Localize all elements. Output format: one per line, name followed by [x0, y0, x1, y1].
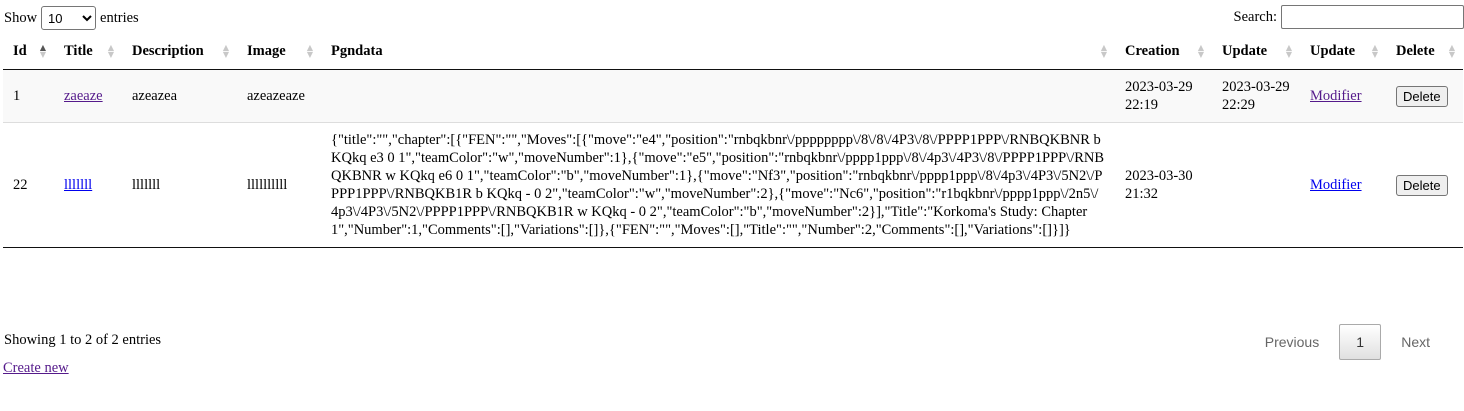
header-row: Id ▲ ▼ Title ▲ ▼ Description ▲ ▼ Image ▲ ▼ Pgnda…	[3, 33, 1463, 70]
cell-description: lllllll	[132, 177, 161, 193]
modify-link[interactable]: Modifier	[1310, 88, 1362, 104]
table-info: Showing 1 to 2 of 2 entries	[4, 332, 162, 348]
cell-title: zaeaze	[54, 69, 122, 123]
delete-button[interactable]: Delete	[1396, 174, 1448, 196]
cell-id: 1	[3, 69, 54, 123]
sort-icon: ▲ ▼	[222, 43, 229, 59]
cell-update	[1212, 123, 1300, 248]
page-1-button[interactable]: 1	[1339, 324, 1382, 360]
cell-pgndata	[321, 69, 1115, 123]
cell-modify: Modifier	[1300, 123, 1386, 248]
sort-asc-icon: ▲ ▼	[39, 43, 46, 59]
sort-icon: ▲ ▼	[1100, 43, 1107, 59]
cell-update: 2023-03-29 22:29	[1212, 69, 1300, 123]
col-description[interactable]: Description ▲ ▼	[122, 33, 237, 70]
cell-creation: 2023-03-30 21:32	[1125, 168, 1193, 202]
pagination: Previous 1 Next	[1245, 324, 1450, 360]
col-update-action[interactable]: Update ▲ ▼	[1300, 33, 1386, 70]
col-title[interactable]: Title ▲ ▼	[54, 33, 122, 70]
search-label: Search:	[1233, 8, 1277, 25]
cell-title: lllllll	[54, 123, 122, 248]
title-link[interactable]: lllllll	[64, 177, 92, 193]
sort-icon: ▲ ▼	[107, 43, 114, 59]
next-button[interactable]: Next	[1381, 334, 1450, 350]
show-label: Show	[4, 9, 38, 26]
title-link[interactable]: zaeaze	[64, 88, 103, 104]
previous-button[interactable]: Previous	[1245, 334, 1339, 350]
sort-icon: ▲ ▼	[1197, 43, 1204, 59]
modify-link[interactable]: Modifier	[1310, 177, 1362, 193]
search-input[interactable]	[1281, 5, 1464, 29]
create-new-link[interactable]: Create new	[3, 360, 69, 377]
sort-icon: ▲ ▼	[1285, 43, 1292, 59]
cell-description: azeazea	[122, 69, 237, 123]
cell-delete: Delete	[1386, 123, 1463, 248]
cell-pgndata: {"title":"","chapter":[{"FEN":"","Moves"…	[331, 132, 1105, 238]
cell-delete: Delete	[1386, 69, 1463, 123]
delete-button[interactable]: Delete	[1396, 85, 1448, 107]
sort-icon: ▲ ▼	[1448, 43, 1455, 59]
cell-modify: Modifier	[1300, 69, 1386, 123]
cell-image: azeazeaze	[237, 69, 321, 123]
col-delete[interactable]: Delete ▲ ▼	[1386, 33, 1463, 70]
col-id[interactable]: Id ▲ ▼	[3, 33, 54, 70]
col-update[interactable]: Update ▲ ▼	[1212, 33, 1300, 70]
col-creation[interactable]: Creation ▲ ▼	[1115, 33, 1212, 70]
sort-icon: ▲ ▼	[1371, 43, 1378, 59]
sort-icon: ▲ ▼	[306, 43, 313, 59]
table-row: 1 zaeaze azeazea azeazeaze 2023-03-29 22…	[3, 69, 1463, 123]
cell-creation: 2023-03-29 22:19	[1115, 69, 1212, 123]
col-pgndata[interactable]: Pgndata ▲ ▼	[321, 33, 1115, 70]
entries-label: entries	[100, 9, 139, 26]
entries-select[interactable]: 10	[41, 6, 97, 30]
search-control: Search:	[1234, 5, 1464, 29]
length-control: Show 10 entries	[4, 6, 139, 30]
table-row: 22 lllllll lllllll llllllllll {"title":"…	[3, 123, 1463, 248]
entries-table: Id ▲ ▼ Title ▲ ▼ Description ▲ ▼ Image ▲ ▼ Pgnda…	[3, 33, 1463, 248]
col-image[interactable]: Image ▲ ▼	[237, 33, 321, 70]
cell-image: llllllllll	[247, 177, 288, 193]
cell-id: 22	[13, 177, 28, 193]
